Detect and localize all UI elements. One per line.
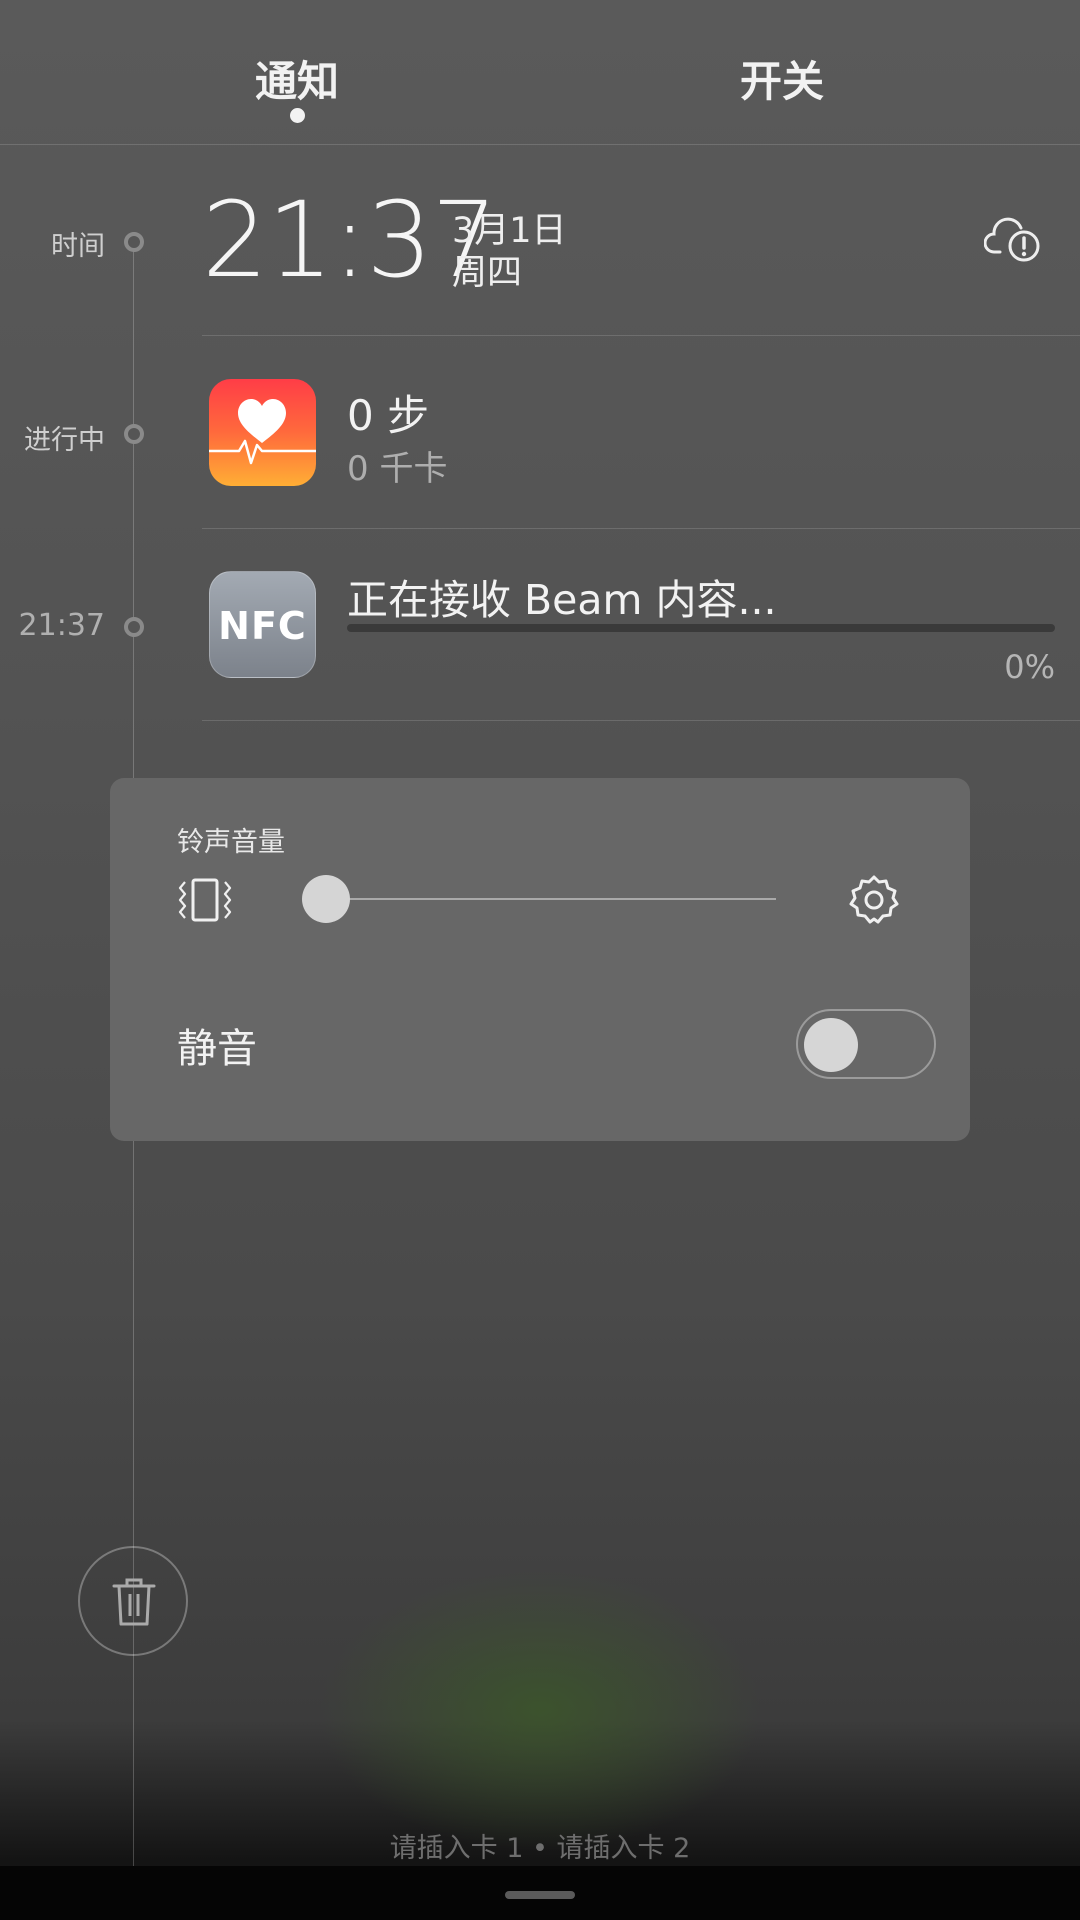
timeline-label-nfc-time: 21:37 (18, 608, 105, 643)
mute-label: 静音 (177, 1026, 257, 1072)
header-divider (0, 144, 1080, 145)
mute-toggle-knob (804, 1018, 858, 1072)
vibrate-icon[interactable] (176, 876, 234, 924)
nfc-icon-text: NFC (218, 604, 307, 648)
clear-notifications-button[interactable] (78, 1546, 188, 1656)
mute-toggle[interactable] (796, 1009, 936, 1079)
sim-status: 请插入卡 1 • 请插入卡 2 (389, 1833, 691, 1864)
tab-notifications[interactable]: 通知 (255, 48, 339, 109)
heart-pulse-icon[interactable] (209, 379, 316, 486)
step-count: 0 步 (347, 391, 430, 440)
home-handle[interactable] (505, 1891, 575, 1899)
timeline-node (124, 424, 144, 444)
nfc-progress-percent: 0% (1004, 648, 1055, 686)
trash-icon (112, 1578, 156, 1626)
ringtone-volume-label: 铃声音量 (177, 827, 285, 858)
volume-slider-track[interactable] (326, 898, 776, 900)
gear-icon[interactable] (848, 874, 900, 926)
row-divider (202, 528, 1080, 529)
calorie-count: 0 千卡 (347, 449, 448, 489)
cloud-alert-icon[interactable] (983, 212, 1044, 268)
timeline-label-time: 时间 (51, 231, 105, 262)
volume-panel: 铃声音量 静音 (110, 778, 970, 1141)
timeline-node (124, 617, 144, 637)
tab-toggles[interactable]: 开关 (740, 48, 824, 109)
active-tab-indicator (290, 108, 305, 123)
volume-slider-knob[interactable] (302, 875, 350, 923)
nfc-notification-title: 正在接收 Beam 内容... (347, 576, 777, 624)
nfc-progress-bar (347, 624, 1055, 632)
row-divider (202, 335, 1080, 336)
timeline-node (124, 232, 144, 252)
timeline-label-ongoing: 进行中 (24, 425, 105, 456)
navigation-bar (0, 1866, 1080, 1920)
row-divider (202, 720, 1080, 721)
nfc-icon[interactable]: NFC (209, 571, 316, 678)
clock-weekday: 周四 (452, 253, 523, 293)
